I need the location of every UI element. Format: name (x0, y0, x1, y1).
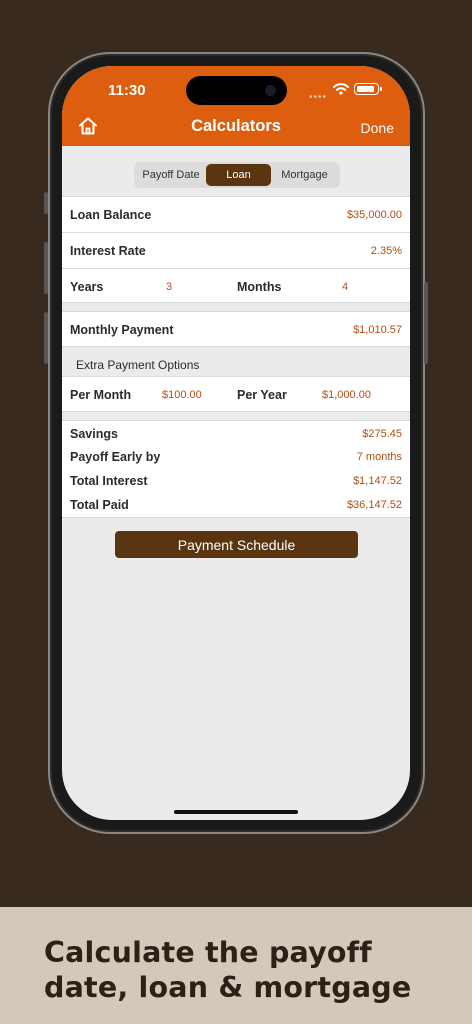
term-row: Years 3 Months 4 (62, 268, 410, 303)
action-button (44, 192, 48, 214)
loan-balance-label: Loan Balance (70, 208, 152, 222)
savings-label: Savings (70, 427, 118, 441)
app-screen: 11:30 •••• Calculators Done Payoff Date … (62, 66, 410, 820)
camera-icon (265, 85, 276, 96)
years-value[interactable]: 3 (166, 281, 172, 293)
extra-payment-row: Per Month $100.00 Per Year $1,000.00 (62, 376, 410, 412)
battery-icon (354, 83, 382, 95)
calculator-type-segmented-control: Payoff Date Loan Mortgage (134, 162, 340, 188)
interest-rate-value[interactable]: 2.35% (371, 245, 402, 257)
interest-rate-row[interactable]: Interest Rate 2.35% (62, 232, 410, 268)
signal-icon: •••• (309, 92, 328, 103)
battery-fill (356, 85, 374, 92)
segment-mortgage[interactable]: Mortgage (271, 164, 338, 186)
years-label: Years (70, 280, 104, 294)
loan-balance-value[interactable]: $35,000.00 (347, 209, 402, 221)
page-title: Calculators (191, 117, 281, 135)
total-interest-label: Total Interest (70, 474, 148, 488)
nav-header: 11:30 •••• Calculators Done (62, 66, 410, 146)
payoff-early-value: 7 months (356, 451, 402, 463)
monthly-payment-value: $1,010.57 (353, 324, 402, 336)
per-month-value[interactable]: $100.00 (162, 389, 202, 401)
per-year-label: Per Year (237, 388, 287, 402)
extra-payment-header: Extra Payment Options (76, 358, 200, 372)
interest-rate-label: Interest Rate (70, 244, 146, 258)
total-interest-value: $1,147.52 (353, 475, 402, 487)
results-section: Savings $275.45 Payoff Early by 7 months… (62, 420, 410, 518)
promo-caption: Calculate the payoff date, loan & mortga… (44, 936, 412, 1004)
dynamic-island (186, 76, 287, 105)
total-paid-label: Total Paid (70, 498, 129, 512)
months-label: Months (237, 280, 282, 294)
home-indicator[interactable] (174, 810, 298, 814)
monthly-payment-row: Monthly Payment $1,010.57 (62, 311, 410, 347)
promo-caption-banner: Calculate the payoff date, loan & mortga… (0, 907, 472, 1024)
power-button (424, 282, 428, 364)
months-value[interactable]: 4 (342, 281, 348, 293)
segment-loan[interactable]: Loan (206, 164, 271, 186)
wifi-icon (333, 83, 349, 95)
payment-schedule-button[interactable]: Payment Schedule (115, 531, 358, 558)
monthly-payment-label: Monthly Payment (70, 323, 174, 337)
status-time: 11:30 (108, 82, 146, 99)
loan-balance-row[interactable]: Loan Balance $35,000.00 (62, 196, 410, 232)
volume-down-button (44, 312, 48, 364)
segment-payoff-date[interactable]: Payoff Date (136, 164, 206, 186)
done-button[interactable]: Done (361, 120, 394, 136)
payoff-early-label: Payoff Early by (70, 450, 161, 464)
per-month-label: Per Month (70, 388, 132, 402)
per-year-value[interactable]: $1,000.00 (322, 389, 371, 401)
volume-up-button (44, 242, 48, 294)
savings-value: $275.45 (362, 428, 402, 440)
total-paid-value: $36,147.52 (346, 499, 402, 511)
